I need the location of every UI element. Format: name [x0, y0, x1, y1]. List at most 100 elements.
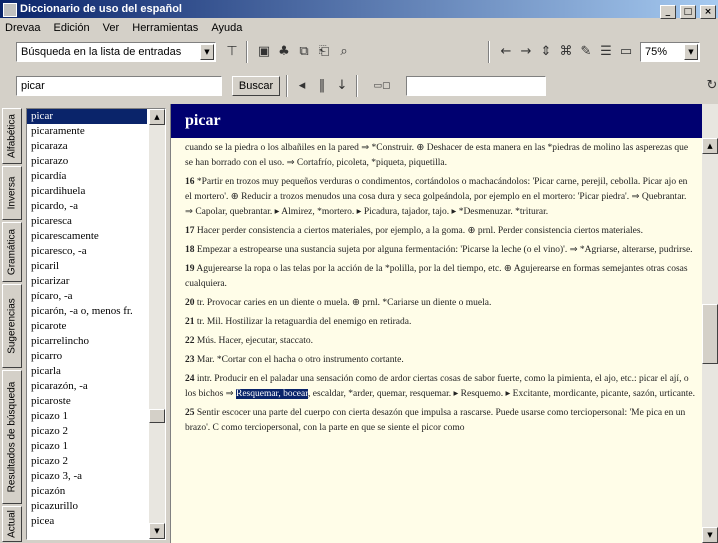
- entry-paragraph: 19 Agujerearse la ropa o las telas por l…: [185, 262, 695, 292]
- history-icon[interactable]: ⌘: [556, 42, 576, 62]
- chevron-down-icon[interactable]: ▼: [200, 44, 214, 60]
- list-item[interactable]: picazurillo: [27, 499, 147, 514]
- list-item[interactable]: picazo 2: [27, 454, 147, 469]
- tab-actual[interactable]: Actual: [2, 506, 22, 542]
- up-down-icon[interactable]: ⇕: [536, 42, 556, 62]
- list-item[interactable]: picardía: [27, 169, 147, 184]
- list-item[interactable]: picazo 1: [27, 439, 147, 454]
- list-item[interactable]: picazón: [27, 484, 147, 499]
- forward-arrow-icon[interactable]: →: [516, 42, 536, 62]
- menu-bar: Drevaa Edición Ver Herramientas Ayuda: [0, 18, 718, 38]
- toolbar-separator: [356, 75, 358, 97]
- list-item[interactable]: picarla: [27, 364, 147, 379]
- pause-icon[interactable]: ‖: [312, 76, 332, 96]
- find-icon[interactable]: ⌕: [334, 42, 354, 62]
- list-item[interactable]: picazo 1: [27, 409, 147, 424]
- list-item[interactable]: picarón, -a o, menos fr.: [27, 304, 147, 319]
- chevron-down-icon[interactable]: ▼: [684, 44, 698, 60]
- entry-paragraph: 22 Mús. Hacer, ejecutar, staccato.: [185, 334, 695, 349]
- sort-icon[interactable]: ↓: [332, 76, 352, 96]
- entry-paragraph: 25 Sentir escocer una parte del cuerpo c…: [185, 406, 695, 436]
- list-item[interactable]: picaresca: [27, 214, 147, 229]
- filter-icon[interactable]: ⊤: [222, 42, 242, 62]
- menu-file[interactable]: Drevaa: [0, 18, 45, 38]
- scroll-down-icon[interactable]: ▼: [149, 523, 165, 539]
- list-item[interactable]: picaresco, -a: [27, 244, 147, 259]
- close-icon[interactable]: ×: [700, 5, 716, 19]
- sense-number: 18: [185, 245, 195, 255]
- entry-scrollbar[interactable]: ▲ ▼: [702, 104, 718, 543]
- menu-tools[interactable]: Herramientas: [127, 18, 203, 38]
- entry-paragraph: 24 intr. Producir en el paladar una sens…: [185, 372, 695, 402]
- scroll-up-icon[interactable]: ▲: [149, 109, 165, 125]
- back-arrow-icon[interactable]: ←: [496, 42, 516, 62]
- list-item[interactable]: picarrelincho: [27, 334, 147, 349]
- refresh-icon[interactable]: ↻: [702, 76, 718, 96]
- app-icon: [3, 3, 17, 17]
- list-item[interactable]: picarizar: [27, 274, 147, 289]
- status-field: [406, 76, 546, 96]
- sense-text: Mús. Hacer, ejecutar, staccato.: [196, 336, 313, 346]
- list-item[interactable]: picardihuela: [27, 184, 147, 199]
- search-mode-select[interactable]: Búsqueda en la lista de entradas ▼: [16, 42, 216, 62]
- entry-paragraph: cuando se la piedra o los albañiles en l…: [185, 141, 695, 171]
- list-item[interactable]: picazo 3, -a: [27, 469, 147, 484]
- sense-number: 20: [185, 298, 195, 308]
- sense-number: 25: [185, 408, 195, 418]
- list-item[interactable]: picaroste: [27, 394, 147, 409]
- search-input-value: picar: [21, 80, 45, 92]
- sense-number: 22: [185, 336, 195, 346]
- zoom-box-icon[interactable]: ▭▢: [362, 76, 402, 96]
- word-list-scrollbar[interactable]: ▲ ▼: [149, 109, 165, 539]
- sense-text: *Partir en trozos muy pequeños verduras …: [185, 177, 688, 217]
- menu-help[interactable]: Ayuda: [206, 18, 247, 38]
- main-toolbar: Búsqueda en la lista de entradas ▼ ⊤ ▣ ♣…: [0, 38, 718, 68]
- entry-text: cuando se la piedra o los albañiles en l…: [185, 141, 695, 440]
- list-item[interactable]: picazo 2: [27, 424, 147, 439]
- tab-alfabetica[interactable]: Alfabética: [2, 108, 22, 164]
- minimize-icon[interactable]: _: [659, 5, 676, 19]
- tab-inversa[interactable]: Inversa: [2, 166, 22, 220]
- list-item[interactable]: picar: [27, 109, 147, 124]
- tab-sugerencias[interactable]: Sugerencias: [2, 284, 22, 368]
- scroll-up-icon[interactable]: ▲: [702, 138, 718, 154]
- search-button[interactable]: Buscar: [232, 76, 280, 96]
- search-input[interactable]: picar: [16, 76, 222, 96]
- list-item[interactable]: picarazo: [27, 154, 147, 169]
- scroll-thumb[interactable]: [149, 409, 165, 423]
- scroll-thumb[interactable]: [702, 304, 718, 364]
- print-preview-icon[interactable]: ▣: [254, 42, 274, 62]
- entry-paragraph: 17 Hacer perder consistencia a ciertos m…: [185, 224, 695, 239]
- list-item[interactable]: picarescamente: [27, 229, 147, 244]
- list-item[interactable]: picea: [27, 514, 147, 529]
- headword: picar: [171, 104, 703, 138]
- align-left-icon[interactable]: ◂: [292, 76, 312, 96]
- tab-resultados-busqueda[interactable]: Resultados de búsqueda: [2, 370, 22, 504]
- list-item[interactable]: picaraza: [27, 139, 147, 154]
- menu-edit[interactable]: Edición: [49, 18, 95, 38]
- list-item[interactable]: picardo, -a: [27, 199, 147, 214]
- list-item[interactable]: picaramente: [27, 124, 147, 139]
- maximize-icon[interactable]: □: [679, 5, 696, 19]
- sense-text: Mar. *Cortar con el hacha o otro instrum…: [196, 355, 404, 365]
- notes-icon[interactable]: ☰: [596, 42, 616, 62]
- list-item[interactable]: picarro: [27, 349, 147, 364]
- zoom-select[interactable]: 75% ▼: [640, 42, 700, 62]
- title-bar: Diccionario de uso del español _ □ ×: [0, 0, 718, 19]
- binoculars-icon[interactable]: ♣: [274, 42, 294, 62]
- bookmark-icon[interactable]: ✎: [576, 42, 596, 62]
- paste-icon[interactable]: ⎗: [314, 42, 334, 62]
- list-item[interactable]: picarote: [27, 319, 147, 334]
- entry-paragraph: 21 tr. Mil. Hostilizar la retaguardia de…: [185, 315, 695, 330]
- list-item[interactable]: picarazón, -a: [27, 379, 147, 394]
- selected-text[interactable]: Resquemar, bocear: [235, 389, 309, 399]
- list-item[interactable]: pícaro, -a: [27, 289, 147, 304]
- tab-gramatica[interactable]: Gramática: [2, 222, 22, 282]
- copy-icon[interactable]: ⧉: [294, 42, 314, 62]
- sense-number: 23: [185, 355, 195, 365]
- window-title: Diccionario de uso del español: [20, 3, 182, 15]
- scroll-down-icon[interactable]: ▼: [702, 527, 718, 543]
- window-icon[interactable]: ▭: [616, 42, 636, 62]
- list-item[interactable]: picaril: [27, 259, 147, 274]
- menu-view[interactable]: Ver: [98, 18, 125, 38]
